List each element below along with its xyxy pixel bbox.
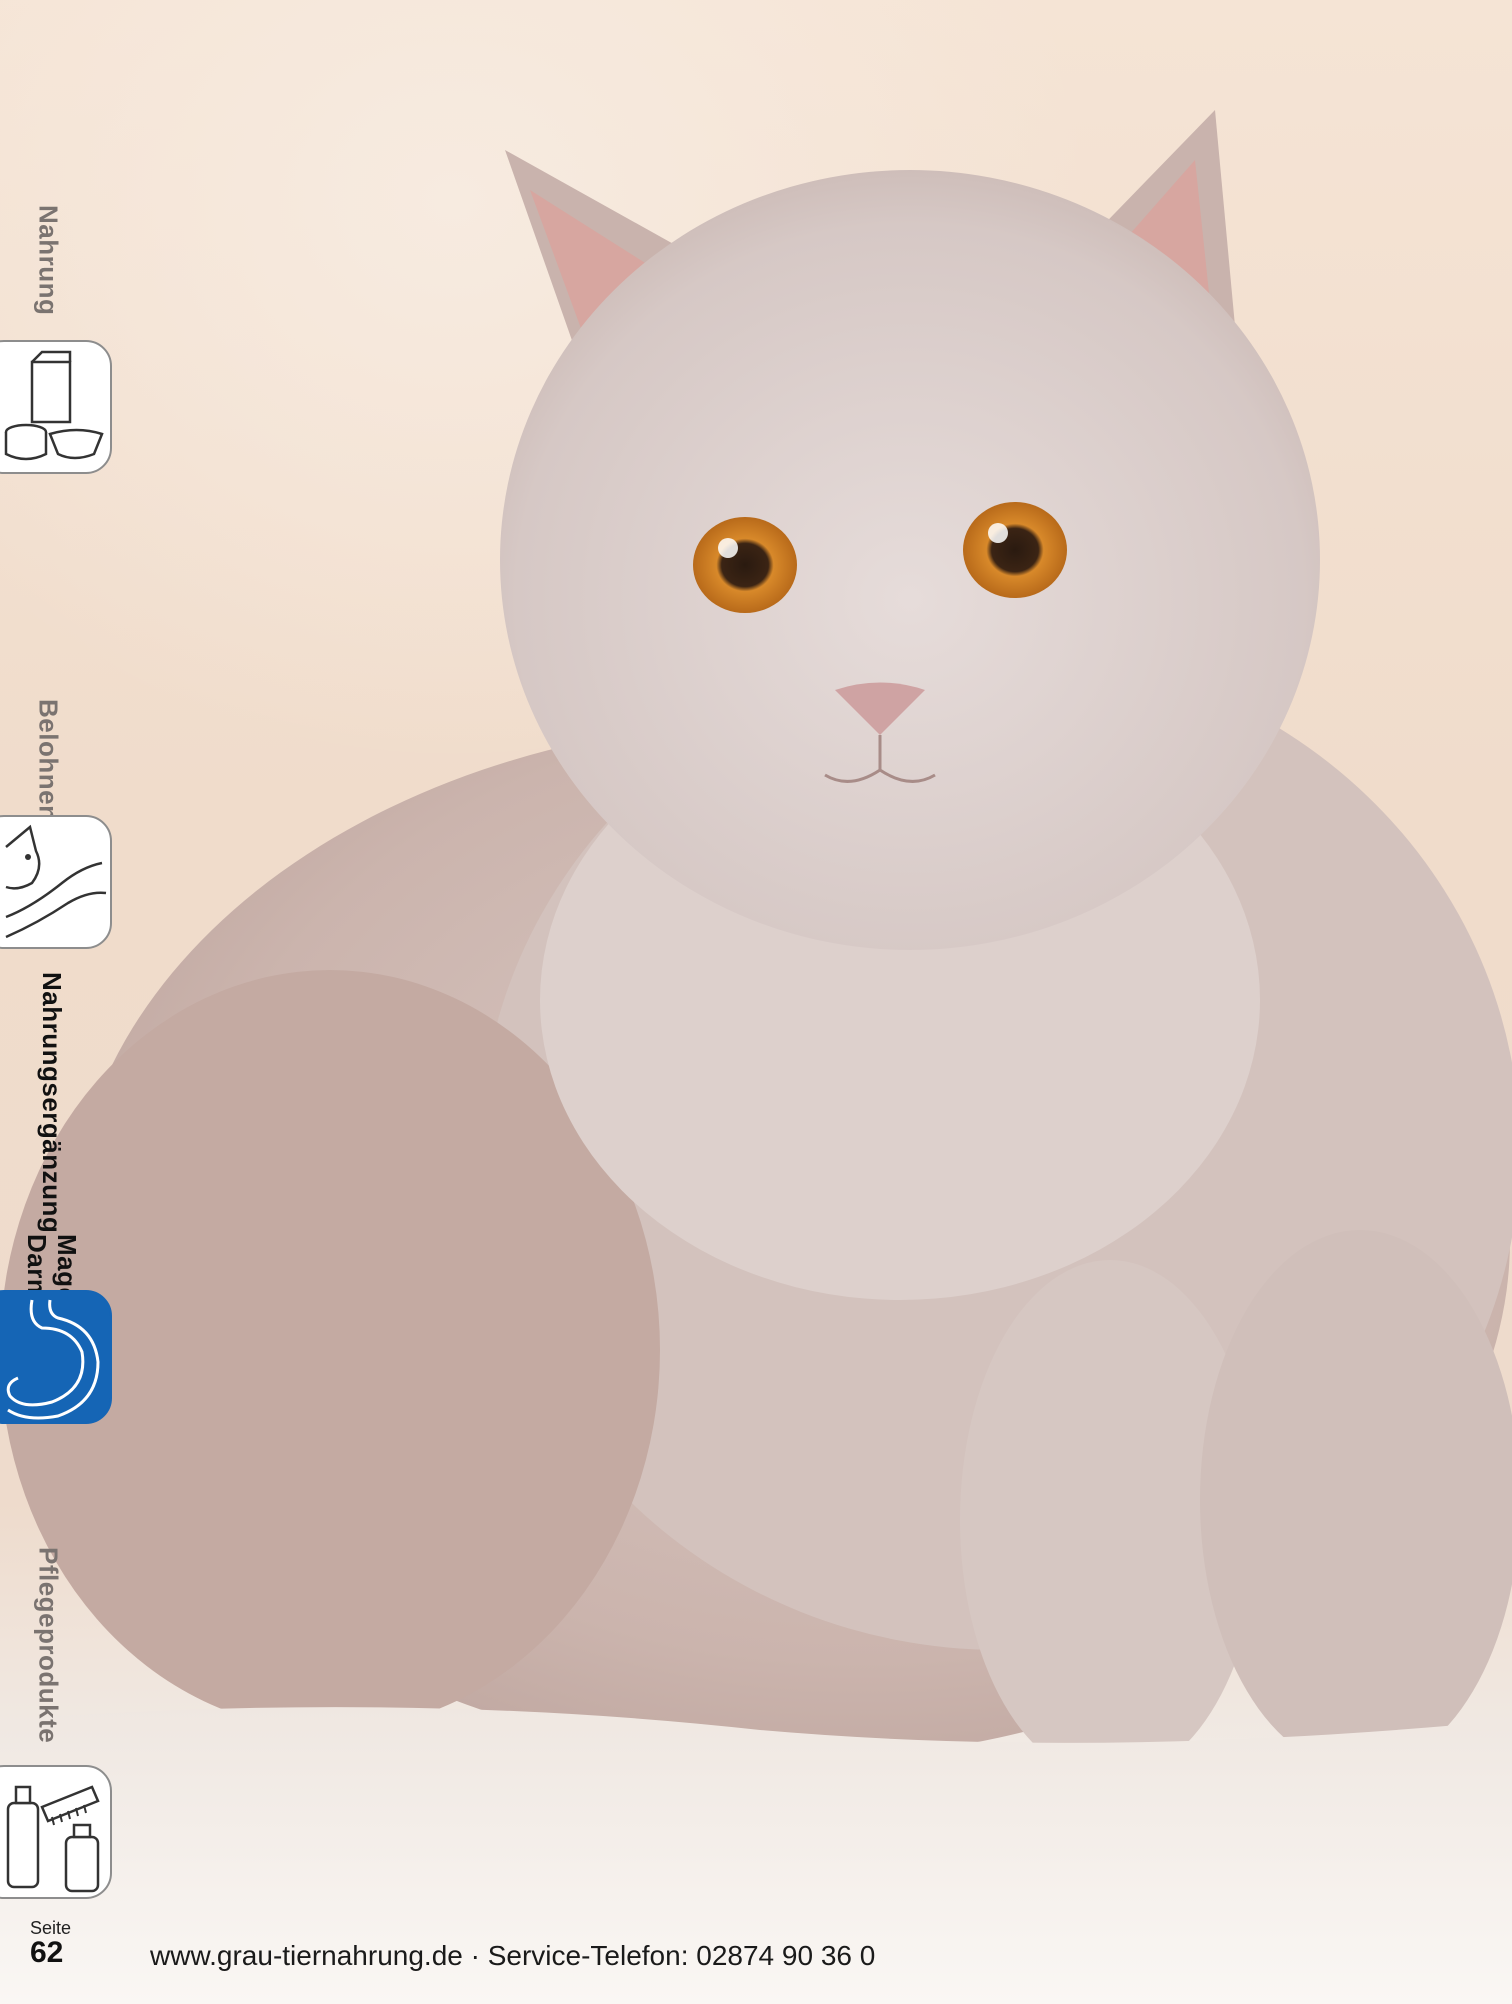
food-bowl-icon xyxy=(4,350,104,461)
tab-nahrung-label[interactable]: Nahrung xyxy=(18,200,78,320)
tab-pflegeprodukte[interactable] xyxy=(0,1765,112,1899)
tab-magen-darm-label[interactable]: Nahrungsergänzung Magen-Darm xyxy=(12,972,92,1327)
cat-hand-icon xyxy=(5,824,107,939)
cat-illustration xyxy=(0,110,1512,2004)
grooming-products-icon xyxy=(6,1785,100,1893)
stomach-icon xyxy=(6,1299,100,1420)
contact-line: www.grau-tiernahrung.de · Service-Telefo… xyxy=(150,1940,876,1971)
tab-magen-darm-label-line1: Nahrungsergänzung xyxy=(37,972,67,1234)
tab-belohnen-label[interactable]: Belohnen xyxy=(18,699,78,821)
cat-photo xyxy=(0,0,1512,2004)
tab-pflegeprodukte-label[interactable]: Pflegeprodukte xyxy=(18,1547,78,1743)
tab-magen-darm[interactable] xyxy=(0,1290,112,1424)
tab-belohnen[interactable] xyxy=(0,815,112,949)
tab-nahrung[interactable] xyxy=(0,340,112,474)
page-number: 62 xyxy=(30,1936,64,1969)
